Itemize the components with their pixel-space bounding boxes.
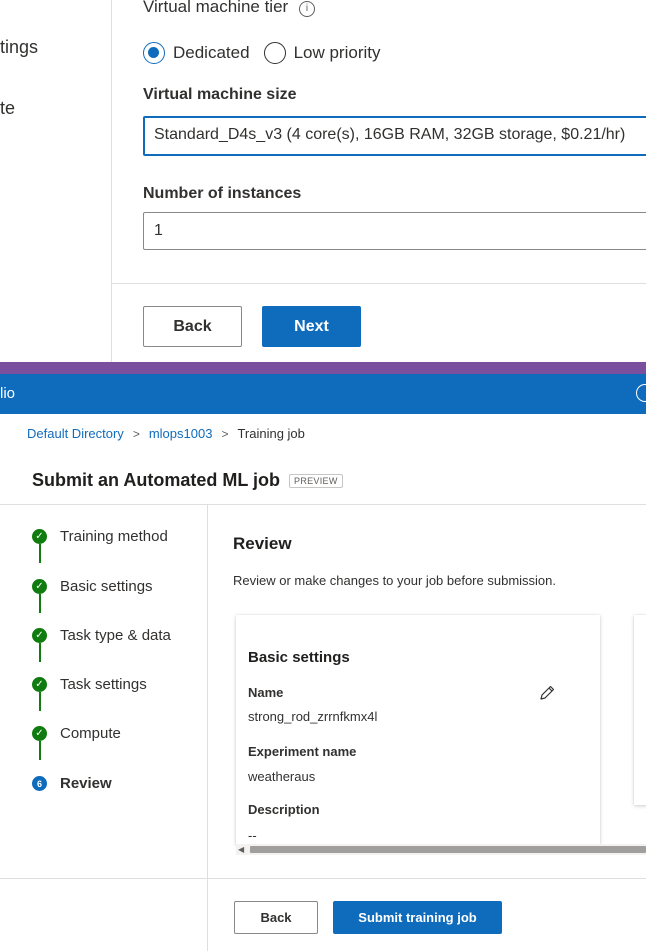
compute-settings-panel: tings te Virtual machine tier i Dedicate… bbox=[0, 0, 646, 362]
breadcrumb-current: Training job bbox=[237, 426, 305, 441]
card-title: Basic settings bbox=[248, 649, 350, 666]
step-training-method[interactable]: ✓ Training method bbox=[32, 528, 168, 545]
step-review[interactable]: 6 Review bbox=[32, 775, 112, 792]
step-task-settings[interactable]: ✓ Task settings bbox=[32, 676, 147, 693]
step-compute[interactable]: ✓ Compute bbox=[32, 725, 121, 742]
field-label-name: Name bbox=[248, 685, 284, 700]
review-heading: Review bbox=[233, 534, 292, 553]
chevron-right-icon: > bbox=[132, 426, 140, 441]
breadcrumb: Default Directory > mlops1003 > Training… bbox=[27, 426, 305, 441]
check-circle-icon: ✓ bbox=[32, 726, 47, 741]
vm-tier-radio-group: Dedicated Low priority bbox=[143, 42, 394, 64]
step-label: Task type & data bbox=[60, 627, 171, 644]
horizontal-scrollbar[interactable]: ◀ bbox=[236, 844, 646, 855]
check-circle-icon: ✓ bbox=[32, 677, 47, 692]
step-label: Training method bbox=[60, 528, 168, 545]
sidebar-fragment-compute[interactable]: te bbox=[0, 98, 15, 119]
check-circle-icon: ✓ bbox=[32, 529, 47, 544]
instances-label: Number of instances bbox=[143, 185, 302, 202]
review-panel: lio Default Directory > mlops1003 > Trai… bbox=[0, 374, 646, 951]
step-number-icon: 6 bbox=[32, 776, 47, 791]
app-title: lio bbox=[0, 385, 16, 402]
field-label-experiment: Experiment name bbox=[248, 744, 357, 759]
check-circle-icon: ✓ bbox=[32, 628, 47, 643]
review-subtitle: Review or make changes to your job befor… bbox=[233, 573, 556, 588]
preview-badge: PREVIEW bbox=[289, 474, 343, 488]
next-button[interactable]: Next bbox=[262, 306, 361, 347]
radio-low-priority-label: Low priority bbox=[293, 43, 381, 62]
wizard-stepper: ✓ Training method ✓ Basic settings ✓ Tas… bbox=[0, 505, 208, 951]
footer-divider bbox=[112, 283, 646, 284]
sidebar-fragment-settings[interactable]: tings bbox=[0, 37, 38, 58]
radio-dedicated-label: Dedicated bbox=[173, 43, 250, 62]
chevron-right-icon: > bbox=[221, 426, 229, 441]
radio-checked-icon[interactable] bbox=[143, 42, 165, 64]
left-nav-column: tings te bbox=[0, 0, 112, 362]
step-label: Task settings bbox=[60, 676, 147, 693]
step-label: Review bbox=[60, 775, 112, 792]
check-circle-icon: ✓ bbox=[32, 579, 47, 594]
radio-unchecked-icon[interactable] bbox=[263, 42, 286, 64]
review-back-button[interactable]: Back bbox=[234, 901, 318, 934]
page-title-text: Submit an Automated ML job bbox=[32, 470, 280, 490]
vm-size-dropdown[interactable]: Standard_D4s_v3 (4 core(s), 16GB RAM, 32… bbox=[143, 116, 646, 156]
radio-low-priority[interactable]: Low priority bbox=[263, 42, 381, 64]
step-connector bbox=[39, 594, 41, 613]
scroll-left-icon[interactable]: ◀ bbox=[238, 844, 244, 855]
step-label: Compute bbox=[60, 725, 121, 742]
radio-dedicated[interactable]: Dedicated bbox=[143, 42, 250, 64]
info-icon[interactable]: i bbox=[298, 1, 315, 17]
field-label-description: Description bbox=[248, 802, 320, 817]
step-basic-settings[interactable]: ✓ Basic settings bbox=[32, 578, 153, 595]
step-connector bbox=[39, 544, 41, 563]
step-task-type-data[interactable]: ✓ Task type & data bbox=[32, 627, 171, 644]
help-icon[interactable] bbox=[636, 384, 646, 402]
footer-divider bbox=[0, 878, 646, 879]
screenshot-separator bbox=[0, 362, 646, 374]
step-label: Basic settings bbox=[60, 578, 153, 595]
step-connector bbox=[39, 692, 41, 711]
breadcrumb-default-directory[interactable]: Default Directory bbox=[27, 426, 124, 441]
field-value-description: -- bbox=[248, 828, 257, 843]
scrollbar-thumb[interactable] bbox=[250, 846, 646, 853]
app-header-bar: lio bbox=[0, 374, 646, 414]
instances-input[interactable]: 1 bbox=[143, 212, 646, 250]
basic-settings-card: Basic settings Name strong_rod_zrrnfkmx4… bbox=[236, 615, 600, 845]
edit-pencil-icon[interactable] bbox=[538, 684, 556, 702]
step-connector bbox=[39, 643, 41, 662]
breadcrumb-workspace[interactable]: mlops1003 bbox=[149, 426, 213, 441]
secondary-card bbox=[634, 615, 646, 805]
submit-training-job-button[interactable]: Submit training job bbox=[333, 901, 502, 934]
vm-tier-heading: Virtual machine tier i bbox=[143, 0, 315, 17]
field-value-experiment: weatheraus bbox=[248, 769, 316, 784]
field-value-name: strong_rod_zrrnfkmx4l bbox=[248, 709, 378, 724]
vm-tier-label: Virtual machine tier bbox=[143, 0, 289, 16]
page-title: Submit an Automated ML job PREVIEW bbox=[32, 470, 343, 491]
vm-size-label: Virtual machine size bbox=[143, 86, 297, 103]
back-button[interactable]: Back bbox=[143, 306, 242, 347]
step-connector bbox=[39, 741, 41, 760]
